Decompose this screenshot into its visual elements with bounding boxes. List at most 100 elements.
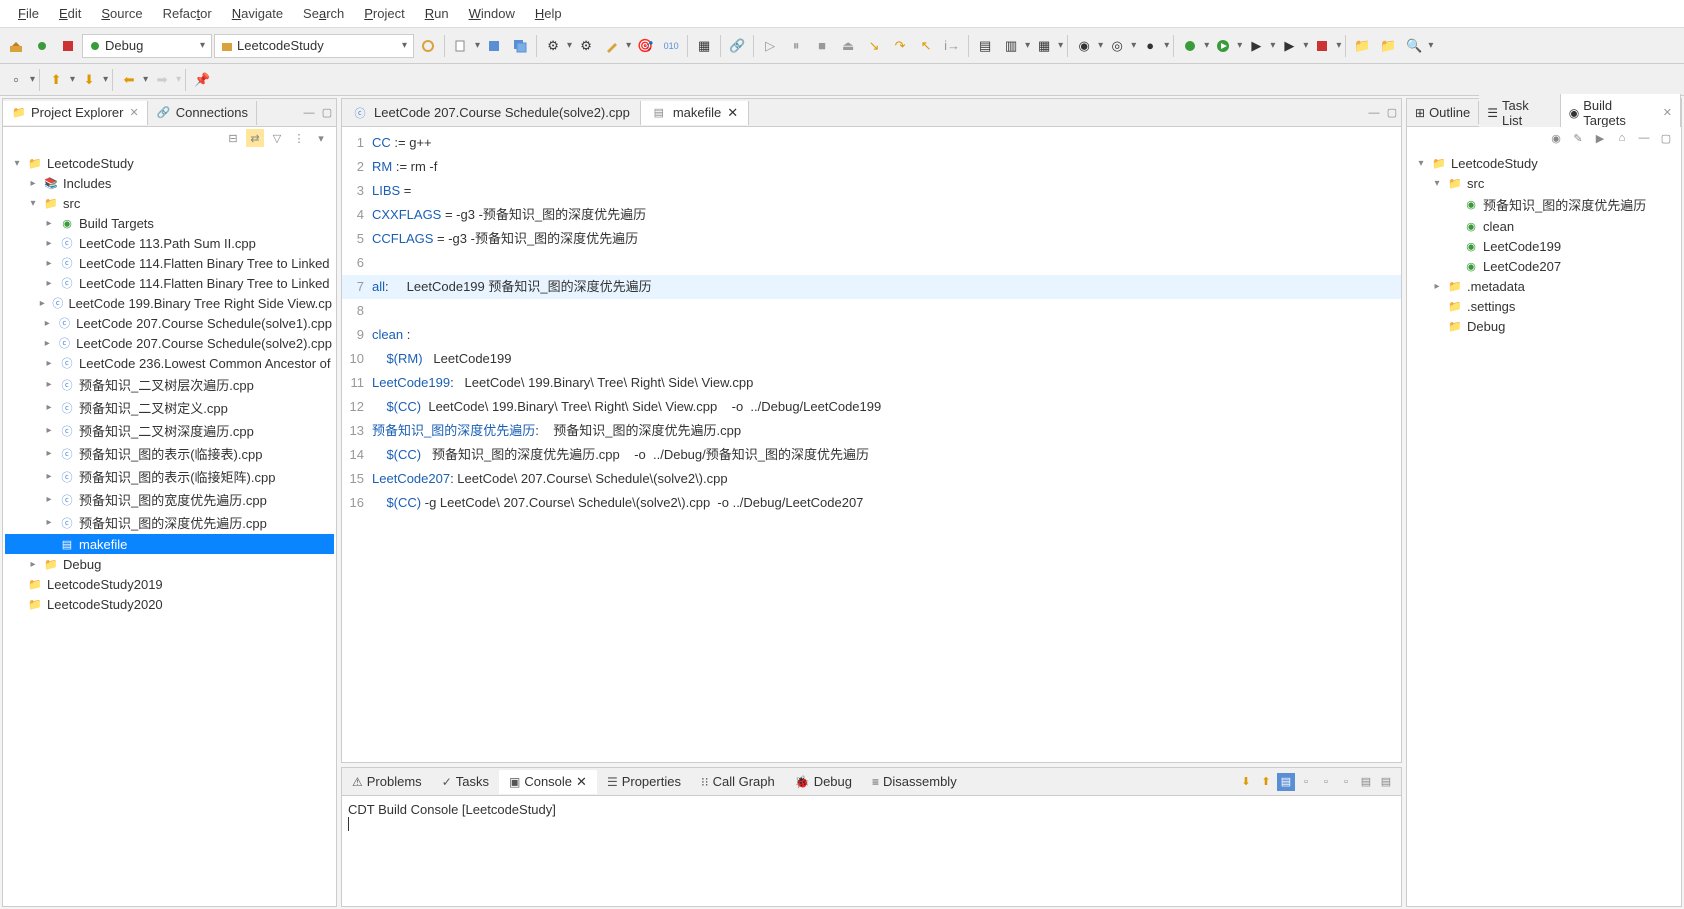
gear-icon[interactable] [416, 34, 440, 58]
minimize-icon[interactable]: — [1365, 104, 1383, 122]
tree-item[interactable]: 📁.settings [1409, 296, 1679, 316]
build-all-icon[interactable]: ⚙ [541, 34, 565, 58]
hammer-icon[interactable] [600, 34, 624, 58]
expand-icon[interactable]: ▸ [41, 318, 52, 329]
expand-icon[interactable]: ▸ [37, 298, 47, 309]
maximize-icon[interactable]: ▢ [1383, 104, 1401, 122]
tool1-icon[interactable]: ▤ [973, 34, 997, 58]
tree-item[interactable]: ▸ⓒLeetCode 207.Course Schedule(solve1).c… [5, 313, 334, 333]
tree-item[interactable]: 📁LeetcodeStudy2019 [5, 574, 334, 594]
menu-help[interactable]: Help [525, 2, 572, 25]
tab-connections[interactable]: 🔗Connections [148, 101, 257, 125]
new-icon[interactable] [449, 34, 473, 58]
new-console-icon[interactable]: ▤ [1377, 773, 1395, 791]
minimize-icon[interactable]: — [300, 104, 318, 122]
run-icon[interactable] [1211, 34, 1235, 58]
minimize-icon[interactable]: — [1635, 129, 1653, 147]
link-icon[interactable]: 🔗 [725, 34, 749, 58]
pin-icon[interactable]: 📌 [190, 68, 214, 92]
expand-icon[interactable]: ▸ [43, 425, 55, 436]
disconnect-icon[interactable]: ⏏ [836, 34, 860, 58]
new-item-icon[interactable]: ▫ [4, 68, 28, 92]
tree-item[interactable]: ▸ⓒLeetCode 199.Binary Tree Right Side Vi… [5, 293, 334, 313]
tab-console[interactable]: ▣ Console ✕ [499, 770, 597, 794]
tab-build-targets[interactable]: ◉ Build Targets✕ [1561, 94, 1681, 132]
menu-edit[interactable]: Edit [49, 2, 91, 25]
close-icon[interactable]: ✕ [576, 774, 587, 790]
menu-navigate[interactable]: Navigate [222, 2, 293, 25]
tree-item[interactable]: ▸◉Build Targets [5, 213, 334, 233]
tree-item[interactable]: ◉clean [1409, 216, 1679, 236]
next-annotation-icon[interactable]: ⬇ [77, 68, 101, 92]
step-over-icon[interactable]: ↷ [888, 34, 912, 58]
save-all-icon[interactable] [508, 34, 532, 58]
menu-project[interactable]: Project [354, 2, 414, 25]
resume-icon[interactable]: ▷ [758, 34, 782, 58]
expand-icon[interactable]: ▾ [1415, 158, 1427, 169]
link-editor-icon[interactable]: ⇄ [246, 129, 264, 147]
tree-item[interactable]: ▸ⓒLeetCode 236.Lowest Common Ancestor of [5, 353, 334, 373]
tree-item[interactable]: ▸ⓒ预备知识_二叉树定义.cpp [5, 396, 334, 419]
expand-icon[interactable]: ▸ [43, 358, 55, 369]
expand-icon[interactable]: ▸ [41, 338, 52, 349]
expand-icon[interactable]: ▸ [43, 448, 55, 459]
close-icon[interactable]: ✕ [727, 105, 738, 121]
tree-item[interactable]: ▸ⓒLeetCode 114.Flatten Binary Tree to Li… [5, 273, 334, 293]
tool2-icon[interactable]: ▥ [999, 34, 1023, 58]
expand-icon[interactable]: ▸ [43, 379, 55, 390]
coverage-icon[interactable]: ▶ [1277, 34, 1301, 58]
tool5-icon[interactable]: ● [1138, 34, 1162, 58]
tree-item[interactable]: ▸📁.metadata [1409, 276, 1679, 296]
menu-file[interactable]: FFileile [8, 2, 49, 25]
view-menu-icon[interactable]: ⋮ [290, 129, 308, 147]
external-icon[interactable] [1310, 34, 1334, 58]
tab-properties[interactable]: ☰ Properties [597, 770, 691, 793]
tree-item[interactable]: ▾📁src [5, 193, 334, 213]
expand-icon[interactable]: ▸ [43, 278, 55, 289]
filter-icon[interactable]: ▽ [268, 129, 286, 147]
tree-item[interactable]: ▸ⓒ预备知识_二叉树深度遍历.cpp [5, 419, 334, 442]
display-icon[interactable]: ▫ [1337, 773, 1355, 791]
search-icon[interactable]: 🔍 [1402, 34, 1426, 58]
open-type-icon[interactable]: ◉ [1072, 34, 1096, 58]
up-icon[interactable]: ⬇ [1237, 773, 1255, 791]
build-config-select[interactable]: Debug▾ [82, 34, 212, 58]
tree-item[interactable]: 📁LeetcodeStudy2020 [5, 594, 334, 614]
tree-item[interactable]: ▸📚Includes [5, 173, 334, 193]
tab-disassembly[interactable]: ≡ Disassembly [862, 770, 967, 793]
expand-icon[interactable]: ▸ [43, 471, 55, 482]
expand-icon[interactable]: ▸ [43, 238, 55, 249]
project-select[interactable]: LeetcodeStudy▾ [214, 34, 414, 58]
build-target-icon[interactable]: ▶ [1591, 129, 1609, 147]
expand-icon[interactable]: ▸ [43, 258, 55, 269]
tree-item[interactable]: ▸ⓒ预备知识_图的宽度优先遍历.cpp [5, 488, 334, 511]
tree-item[interactable]: ▾📁LeetcodeStudy [1409, 153, 1679, 173]
maximize-icon[interactable]: ▢ [318, 104, 336, 122]
target-icon[interactable]: 🎯 [633, 34, 657, 58]
build-icon[interactable] [4, 34, 28, 58]
close-icon[interactable]: ✕ [1663, 106, 1672, 119]
expand-icon[interactable]: ▸ [43, 494, 55, 505]
expand-icon[interactable]: ▸ [43, 517, 55, 528]
tab-project-explorer[interactable]: 📁Project Explorer✕ [3, 101, 148, 125]
save-icon[interactable] [482, 34, 506, 58]
open-console-icon[interactable]: ▤ [1357, 773, 1375, 791]
new-target-icon[interactable]: ◉ [1547, 129, 1565, 147]
forward-icon[interactable]: ➡ [150, 68, 174, 92]
code-editor[interactable]: 1CC := g++2RM := rm -f3LIBS =4CXXFLAGS =… [342, 127, 1401, 762]
folder2-icon[interactable]: 📁 [1376, 34, 1400, 58]
scroll-lock-icon[interactable]: ▤ [1277, 773, 1295, 791]
clear-icon[interactable]: ▫ [1297, 773, 1315, 791]
pin-console-icon[interactable]: ▫ [1317, 773, 1335, 791]
expand-icon[interactable]: ▾ [11, 158, 23, 169]
perspective-icon[interactable]: ▦ [692, 34, 716, 58]
expand-icon[interactable]: ▸ [27, 559, 39, 570]
menu-run[interactable]: Run [415, 2, 459, 25]
terminate-icon[interactable]: ■ [810, 34, 834, 58]
menu-window[interactable]: Window [459, 2, 525, 25]
build-project-icon[interactable]: ⚙ [574, 34, 598, 58]
tab-problems[interactable]: ⚠ Problems [342, 770, 432, 793]
tree-item[interactable]: ▸ⓒLeetCode 114.Flatten Binary Tree to Li… [5, 253, 334, 273]
editor-tab-makefile[interactable]: ▤makefile✕ [641, 101, 749, 125]
expand-icon[interactable]: ▸ [43, 218, 55, 229]
